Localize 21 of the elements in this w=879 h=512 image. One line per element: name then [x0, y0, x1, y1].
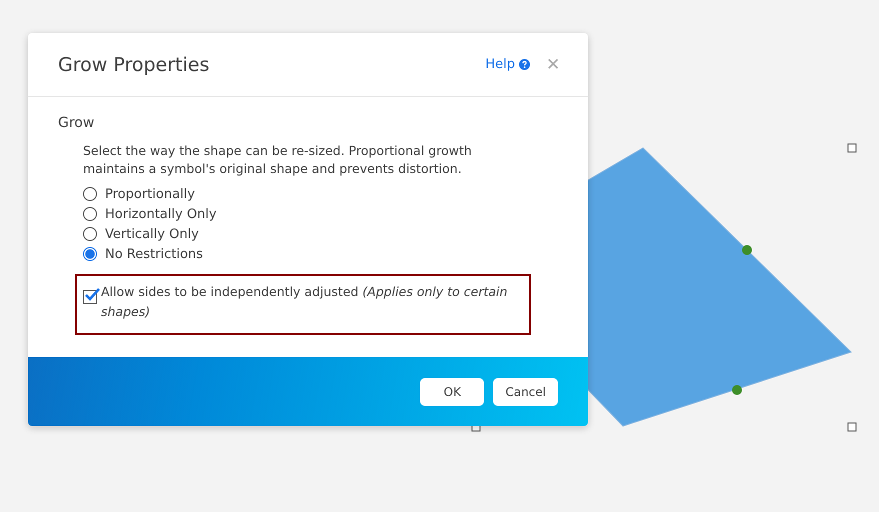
radio-label[interactable]: Proportionally — [105, 186, 195, 202]
dialog-title: Grow Properties — [58, 54, 210, 76]
dialog-button[interactable]: Cancel — [493, 378, 558, 406]
resize-handle[interactable] — [848, 144, 856, 152]
radio-button[interactable] — [83, 247, 97, 261]
radio-button[interactable] — [83, 207, 97, 221]
help-icon[interactable] — [519, 59, 530, 70]
checkbox[interactable] — [83, 290, 97, 304]
control-point[interactable] — [742, 245, 752, 255]
radio-button[interactable] — [83, 187, 97, 201]
radio-label[interactable]: Horizontally Only — [105, 206, 217, 222]
help-link[interactable]: Help — [485, 57, 515, 72]
control-point[interactable] — [732, 385, 742, 395]
section-title: Grow — [58, 115, 96, 131]
resize-handle[interactable] — [848, 422, 856, 432]
description-text: Select the way the shape can be re-sized. Proportional growth maintains a symbol's original shape and prevents distortion. — [83, 142, 473, 178]
radio-label[interactable]: No Restrictions — [105, 246, 203, 262]
dialog-button[interactable]: OK — [420, 378, 484, 406]
checkbox-label[interactable]: Allow sides to be independently adjusted (Applies only to certain shapes) — [101, 282, 521, 322]
radio-button[interactable] — [83, 227, 97, 241]
radio-label[interactable]: Vertically Only — [105, 226, 199, 242]
